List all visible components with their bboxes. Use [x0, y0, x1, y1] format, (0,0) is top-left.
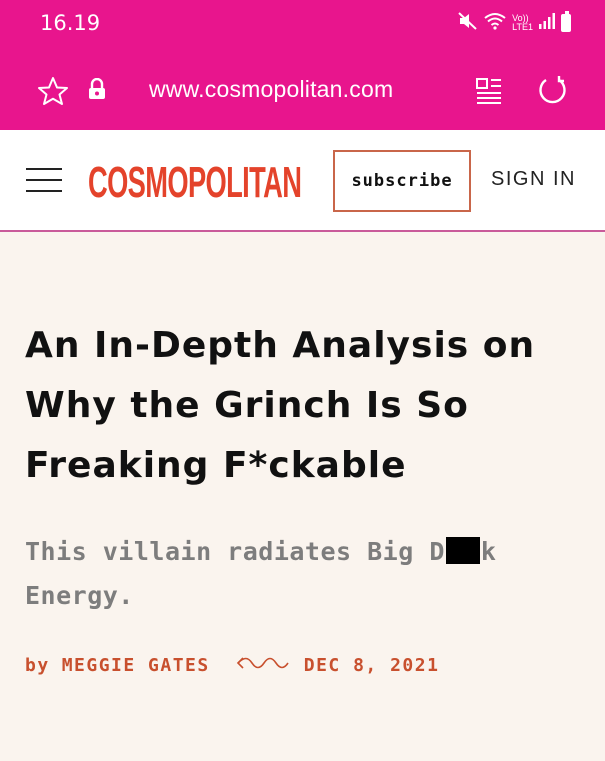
status-icons: Vo)) LTE1 — [458, 11, 571, 34]
browser-chrome: 16.19 Vo)) LTE1 www.cosmopolitan.com — [0, 0, 605, 130]
site-header: COSMOPOLITAN subscribe SIGN IN — [0, 130, 605, 232]
mute-icon — [458, 12, 478, 34]
network-label: Vo)) LTE1 — [512, 13, 533, 32]
sign-in-link[interactable]: SIGN IN — [491, 168, 576, 191]
reader-mode-icon[interactable] — [474, 76, 504, 110]
article-dek: This villain radiates Big Dk Energy. — [25, 530, 585, 618]
hamburger-menu-icon[interactable] — [26, 166, 62, 194]
refresh-icon[interactable] — [535, 74, 569, 112]
article-headline: An In-Depth Analysis on Why the Grinch I… — [25, 325, 536, 486]
lock-icon[interactable] — [88, 77, 106, 104]
author-link[interactable]: MEGGIE GATES — [62, 655, 210, 676]
subscribe-button[interactable]: subscribe — [333, 150, 471, 212]
byline: by MEGGIE GATES DEC 8, 2021 — [25, 655, 585, 676]
battery-icon — [561, 11, 571, 32]
status-clock: 16.19 — [40, 11, 101, 35]
dek-text-start: This villain radiates Big D — [25, 537, 445, 566]
address-bar[interactable]: www.cosmopolitan.com — [0, 66, 605, 116]
wifi-icon — [484, 12, 506, 34]
byline-prefix: by — [25, 655, 50, 676]
site-logo[interactable]: COSMOPOLITAN — [88, 158, 302, 208]
squiggle-arrow-icon — [236, 655, 290, 676]
star-icon[interactable] — [37, 76, 69, 110]
redaction-block — [445, 537, 480, 564]
publish-date: DEC 8, 2021 — [303, 655, 440, 676]
url-text[interactable]: www.cosmopolitan.com — [149, 76, 393, 103]
signal-icon — [539, 13, 555, 33]
